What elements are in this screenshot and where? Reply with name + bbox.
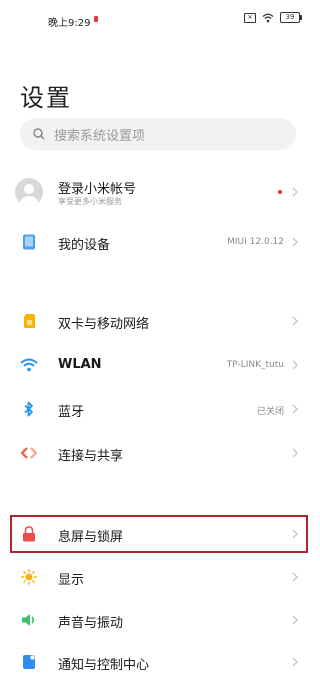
sim-card-icon [20,312,38,330]
chevron-right-icon [292,572,298,582]
notification-icon [20,653,38,671]
settings-item-my-device[interactable]: 我的设备 MIUI 12.0.12 [0,230,314,254]
search-placeholder: 搜索系统设置项 [54,128,146,144]
account-row[interactable]: 登录小米帐号 享受更多小米服务 [0,172,314,212]
settings-item-label: 声音与振动 [58,616,124,631]
chevron-right-icon [292,404,298,414]
search-input[interactable]: 搜索系统设置项 [20,118,296,150]
settings-item-display[interactable]: 显示 [0,565,314,589]
settings-item-label: 息屏与锁屏 [58,530,124,545]
settings-item-sound[interactable]: 声音与振动 [0,608,314,632]
wifi-icon [20,356,38,374]
settings-item-notifications[interactable]: 通知与控制中心 [0,650,314,674]
chevron-right-icon [292,615,298,625]
settings-item-label: 双卡与移动网络 [58,317,150,332]
wifi-status-icon [262,13,274,22]
battery-icon: 39 [280,12,302,23]
chevron-right-icon [292,448,298,458]
status-icons: ✕ 39 [244,12,302,23]
settings-item-value: TP-LINK_tutu [226,360,284,370]
account-subtitle: 享受更多小米服务 [58,197,122,206]
settings-item-label: 通知与控制中心 [58,658,150,673]
no-sim-icon: ✕ [244,12,256,23]
avatar [15,178,43,206]
chevron-right-icon [292,360,298,370]
status-bar: 晚上9:29 ✕ 39 [0,0,314,40]
settings-item-label: 连接与共享 [58,449,124,464]
recording-indicator-icon [94,16,98,22]
chevron-right-icon [292,237,298,247]
page-title: 设置 [20,84,72,112]
chevron-right-icon [292,316,298,326]
user-icon [20,184,38,206]
settings-item-connection-sharing[interactable]: 连接与共享 [0,441,314,465]
notification-dot [278,190,282,194]
settings-item-wlan[interactable]: WLAN TP-LINK_tutu [0,353,314,377]
search-icon [33,128,45,140]
settings-item-label: 蓝牙 [58,405,85,420]
lock-icon [20,525,38,543]
device-icon [20,233,38,251]
bluetooth-icon [20,400,38,418]
settings-item-label: WLAN [58,357,102,372]
sun-icon [20,568,38,586]
settings-item-label: 显示 [58,573,85,588]
settings-item-bluetooth[interactable]: 蓝牙 已关闭 [0,397,314,421]
settings-item-lock-screen[interactable]: 息屏与锁屏 [0,522,314,546]
settings-item-label: 我的设备 [58,238,111,253]
chevron-right-icon [292,657,298,667]
settings-item-value: MIUI 12.0.12 [227,237,284,247]
share-icon [20,444,38,462]
speaker-icon [20,611,38,629]
chevron-right-icon [292,529,298,539]
settings-item-sim[interactable]: 双卡与移动网络 [0,309,314,333]
settings-item-value: 已关闭 [256,407,284,417]
chevron-right-icon [292,187,298,197]
status-time: 晚上9:29 [48,18,91,29]
account-title: 登录小米帐号 [58,182,137,197]
